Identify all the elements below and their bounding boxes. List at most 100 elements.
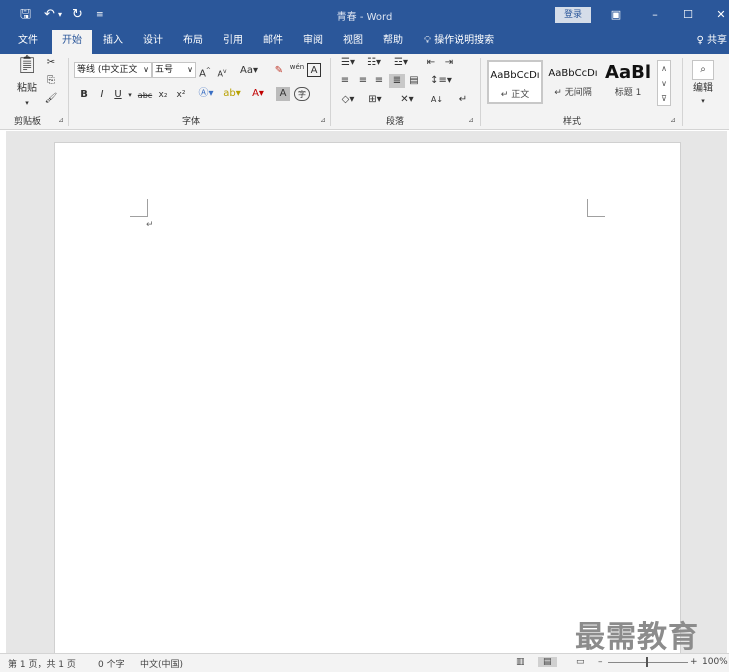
- paragraph-group-label: 段落: [386, 117, 405, 127]
- ribbon-display-icon[interactable]: ▣: [606, 5, 626, 25]
- align-left-icon[interactable]: ≡: [338, 74, 352, 88]
- borders-icon[interactable]: ⊞▾: [364, 93, 386, 107]
- clear-formatting-icon[interactable]: ✎: [272, 64, 286, 78]
- editing-dropdown-icon[interactable]: ▾: [698, 94, 708, 108]
- zoom-in-icon[interactable]: +: [690, 657, 698, 667]
- character-border-icon[interactable]: A: [307, 63, 321, 77]
- line-spacing-icon[interactable]: ↕≡▾: [430, 74, 452, 88]
- numbering-icon[interactable]: ☷▾: [364, 56, 384, 70]
- tab-home[interactable]: 开始: [52, 30, 92, 54]
- clipboard-launcher-icon[interactable]: ⊿: [58, 116, 64, 124]
- close-icon[interactable]: ✕: [711, 5, 729, 25]
- person-icon: ♀︎: [696, 35, 704, 46]
- paste-label[interactable]: 粘贴: [14, 82, 40, 96]
- subscript-icon[interactable]: x₂: [156, 88, 170, 102]
- more-icon[interactable]: ⊽: [658, 91, 670, 106]
- minimize-icon[interactable]: –: [645, 5, 665, 25]
- tab-view[interactable]: 视图: [336, 30, 370, 54]
- chevron-down-icon: ∨: [143, 65, 149, 74]
- web-layout-icon[interactable]: ▭: [576, 657, 585, 667]
- styles-group-label: 样式: [563, 117, 582, 127]
- align-right-icon[interactable]: ≡: [372, 74, 386, 88]
- superscript-icon[interactable]: x²: [174, 88, 188, 102]
- tab-help[interactable]: 帮助: [376, 30, 410, 54]
- paste-dropdown-icon[interactable]: ▾: [22, 96, 32, 110]
- tab-file[interactable]: 文件: [8, 30, 48, 54]
- tab-insert[interactable]: 插入: [96, 30, 130, 54]
- font-size-value: 五号: [155, 65, 174, 75]
- underline-dropdown-icon[interactable]: ▾: [126, 88, 134, 102]
- bold-icon[interactable]: B: [78, 88, 90, 102]
- shrink-font-icon[interactable]: Av: [216, 65, 228, 82]
- page-count[interactable]: 第 1 页，共 1 页: [8, 657, 76, 670]
- paragraph-launcher-icon[interactable]: ⊿: [468, 116, 474, 124]
- clipboard-group-label: 剪贴板: [14, 117, 42, 127]
- ribbon-home: 📋︎ 粘贴 ▾ ✂ ⎘ 🖌︎ 剪贴板 ⊿ 等线 (中文正文 ∨ 五号 ∨ A^ …: [0, 54, 729, 130]
- increase-indent-icon[interactable]: ⇥: [442, 56, 456, 70]
- tell-me-search[interactable]: 💡︎ 操作说明搜索: [424, 30, 494, 54]
- sort-icon[interactable]: A↓: [430, 93, 444, 107]
- shading-icon[interactable]: ◇▾: [338, 93, 358, 107]
- tab-references[interactable]: 引用: [216, 30, 250, 54]
- italic-icon[interactable]: I: [96, 88, 108, 102]
- enclose-characters-icon[interactable]: 字: [294, 87, 310, 101]
- change-case-icon[interactable]: Aa▾: [238, 64, 260, 78]
- text-effects-icon[interactable]: Ⓐ▾: [196, 87, 216, 101]
- style-preview: AaBl: [605, 62, 651, 83]
- styles-launcher-icon[interactable]: ⊿: [670, 116, 676, 124]
- chevron-up-icon[interactable]: ∧: [658, 61, 670, 76]
- style-preview: AaBbCcDı: [490, 70, 540, 81]
- copy-icon[interactable]: ⎘: [44, 74, 58, 88]
- highlight-icon[interactable]: ab▾: [222, 87, 242, 101]
- font-name-value: 等线 (中文正文: [77, 65, 138, 75]
- show-marks-icon[interactable]: ↵: [456, 93, 470, 107]
- tab-mailings[interactable]: 邮件: [256, 30, 290, 54]
- underline-icon[interactable]: U: [112, 88, 124, 102]
- style-heading-1[interactable]: AaBl 标题 1: [601, 60, 655, 104]
- style-no-spacing[interactable]: AaBbCcDı ↵ 无间隔: [545, 60, 601, 104]
- paste-icon[interactable]: 📋︎: [14, 56, 40, 80]
- share-button[interactable]: ♀︎ 共享: [696, 30, 727, 54]
- font-color-icon[interactable]: A▾: [248, 87, 268, 101]
- styles-gallery-scroll[interactable]: ∧ ∨ ⊽: [657, 60, 671, 106]
- chinese-layout-icon[interactable]: ✕▾: [396, 93, 418, 107]
- style-name: ↵ 无间隔: [554, 88, 592, 98]
- maximize-icon[interactable]: ☐: [678, 5, 698, 25]
- zoom-out-icon[interactable]: –: [598, 657, 603, 667]
- justify-icon[interactable]: ≣: [389, 74, 405, 88]
- character-shading-icon[interactable]: A: [276, 87, 290, 101]
- tab-design[interactable]: 设计: [136, 30, 170, 54]
- font-group-label: 字体: [182, 117, 201, 127]
- chevron-down-icon[interactable]: ∨: [658, 76, 670, 91]
- cut-icon[interactable]: ✂: [44, 56, 58, 70]
- search-icon[interactable]: ⌕: [692, 60, 714, 80]
- login-button[interactable]: 登录: [555, 7, 591, 23]
- decrease-indent-icon[interactable]: ⇤: [424, 56, 438, 70]
- bullets-icon[interactable]: ☰▾: [338, 56, 358, 70]
- multilevel-list-icon[interactable]: ☲▾: [390, 56, 412, 70]
- zoom-slider[interactable]: [608, 662, 688, 663]
- font-name-dropdown[interactable]: 等线 (中文正文 ∨: [74, 62, 152, 78]
- margin-corner-top-right: [587, 199, 605, 217]
- format-painter-icon[interactable]: 🖌︎: [44, 92, 58, 106]
- watermark-logo: 最需教育: [575, 620, 699, 655]
- phonetic-guide-icon[interactable]: wén: [289, 60, 305, 74]
- zoom-level[interactable]: 100%: [702, 657, 728, 667]
- style-normal[interactable]: AaBbCcDı ↵ 正文: [487, 60, 543, 104]
- strikethrough-icon[interactable]: abc: [136, 89, 154, 103]
- font-size-dropdown[interactable]: 五号 ∨: [152, 62, 196, 78]
- align-center-icon[interactable]: ≡: [356, 74, 370, 88]
- style-preview: AaBbCcDı: [548, 68, 598, 79]
- share-label: 共享: [707, 35, 727, 46]
- word-count[interactable]: 0 个字: [98, 657, 125, 670]
- print-layout-icon[interactable]: ▤: [538, 657, 557, 667]
- language-indicator[interactable]: 中文(中国): [140, 657, 183, 670]
- read-mode-icon[interactable]: ▥: [516, 657, 525, 667]
- tab-review[interactable]: 审阅: [296, 30, 330, 54]
- font-launcher-icon[interactable]: ⊿: [320, 116, 326, 124]
- grow-font-icon[interactable]: A^: [199, 64, 211, 81]
- tab-layout[interactable]: 布局: [176, 30, 210, 54]
- paragraph-mark: ↵: [146, 220, 154, 230]
- zoom-slider-thumb[interactable]: [646, 657, 648, 667]
- distributed-icon[interactable]: ▤: [407, 74, 421, 88]
